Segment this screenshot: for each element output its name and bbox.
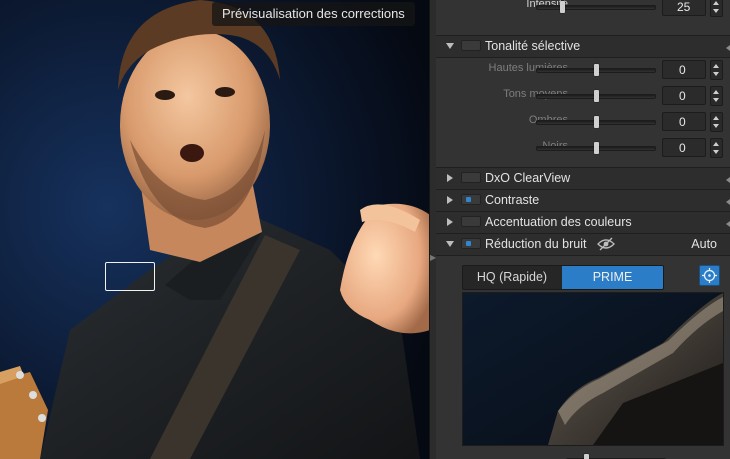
loupe-target-button[interactable] (699, 265, 720, 286)
section-title: Accentuation des couleurs (485, 215, 632, 229)
stepper-up-icon[interactable] (713, 64, 719, 68)
highlights-value-field[interactable]: 0 (662, 60, 706, 79)
blacks-slider-thumb[interactable] (594, 142, 599, 154)
stepper-down-icon[interactable] (713, 124, 719, 128)
midtones-stepper[interactable] (710, 86, 723, 106)
blacks-value-field[interactable]: 0 (662, 138, 706, 157)
app-window: Prévisualisation des corrections ▶ Inten… (0, 0, 730, 459)
toggle-led-icon (466, 197, 471, 202)
highlights-stepper[interactable] (710, 60, 723, 80)
section-noise-reduction[interactable]: Réduction du bruit Auto (436, 233, 730, 256)
highlights-slider-thumb[interactable] (594, 64, 599, 76)
noise-mode-selector: HQ (Rapide) PRIME (462, 265, 664, 290)
photo-viewer[interactable]: Prévisualisation des corrections (0, 0, 430, 459)
disclosure-down-icon[interactable] (446, 43, 454, 49)
noise-reduction-toggle[interactable] (461, 238, 481, 249)
highlights-slider-track[interactable] (536, 64, 656, 76)
midtones-slider-row: Tons moyens 0 (436, 84, 730, 108)
section-selective-tone[interactable]: Tonalité sélective (436, 35, 730, 58)
preview-corrections-label: Prévisualisation des corrections (212, 2, 415, 26)
section-color-accentuation[interactable]: Accentuation des couleurs (436, 211, 730, 234)
blacks-stepper[interactable] (710, 138, 723, 158)
partial-slider-row (436, 448, 730, 459)
stepper-down-icon[interactable] (713, 98, 719, 102)
stepper-down-icon[interactable] (713, 9, 719, 13)
stepper-down-icon[interactable] (713, 150, 719, 154)
intensity-slider-track[interactable] (536, 1, 656, 13)
section-title: Contraste (485, 193, 540, 207)
section-menu-arrow-icon[interactable] (725, 190, 730, 211)
shadows-slider-thumb[interactable] (594, 116, 599, 128)
photo-image (0, 0, 430, 459)
stepper-down-icon[interactable] (713, 72, 719, 76)
stepper-up-icon[interactable] (713, 142, 719, 146)
disclosure-down-icon[interactable] (446, 241, 454, 247)
section-title: Réduction du bruit (485, 237, 587, 251)
shadows-value-field[interactable]: 0 (662, 112, 706, 131)
correction-panel: Intensité 25 Tonalité sélective Hautes l… (436, 0, 730, 459)
blacks-slider-track[interactable] (536, 142, 656, 154)
shadows-slider-row: Ombres 0 (436, 110, 730, 134)
highlights-slider-row: Hautes lumières 0 (436, 58, 730, 82)
midtones-slider-track[interactable] (536, 90, 656, 102)
loupe-position-box[interactable] (105, 262, 155, 291)
loupe-image (463, 293, 723, 445)
mode-hq-button[interactable]: HQ (Rapide) (463, 266, 561, 289)
stepper-up-icon[interactable] (713, 116, 719, 120)
section-title: Tonalité sélective (485, 39, 581, 53)
intensity-slider-thumb[interactable] (560, 1, 566, 13)
stepper-up-icon[interactable] (713, 90, 719, 94)
disclosure-right-icon[interactable] (447, 218, 453, 226)
mode-prime-button[interactable]: PRIME (562, 266, 663, 289)
midtones-slider-thumb[interactable] (594, 90, 599, 102)
disclosure-right-icon[interactable] (447, 174, 453, 182)
eye-slash-icon[interactable] (597, 237, 615, 254)
clearview-toggle[interactable] (461, 172, 481, 183)
auto-button[interactable]: Auto (691, 237, 717, 251)
section-contrast[interactable]: Contraste (436, 189, 730, 212)
stepper-up-icon[interactable] (713, 1, 719, 5)
disclosure-right-icon[interactable] (447, 196, 453, 204)
section-menu-arrow-icon[interactable] (725, 168, 730, 189)
shadows-slider-track[interactable] (536, 116, 656, 128)
contrast-toggle[interactable] (461, 194, 481, 205)
intensity-stepper[interactable] (710, 0, 723, 17)
section-dxo-clearview[interactable]: DxO ClearView (436, 167, 730, 190)
intensity-value-field[interactable]: 25 (662, 0, 706, 16)
crosshair-icon (702, 268, 717, 283)
intensity-slider-row: Intensité 25 (436, 0, 730, 19)
midtones-value-field[interactable]: 0 (662, 86, 706, 105)
section-menu-arrow-icon[interactable] (725, 36, 730, 57)
partial-slider-thumb[interactable] (584, 454, 589, 459)
section-menu-arrow-icon[interactable] (725, 212, 730, 233)
section-title: DxO ClearView (485, 171, 571, 185)
selective-tone-toggle[interactable] (461, 40, 481, 51)
blacks-slider-row: Noirs 0 (436, 136, 730, 160)
color-accentuation-toggle[interactable] (461, 216, 481, 227)
toggle-led-icon (466, 241, 471, 246)
shadows-stepper[interactable] (710, 112, 723, 132)
noise-preview-loupe[interactable] (462, 292, 724, 446)
